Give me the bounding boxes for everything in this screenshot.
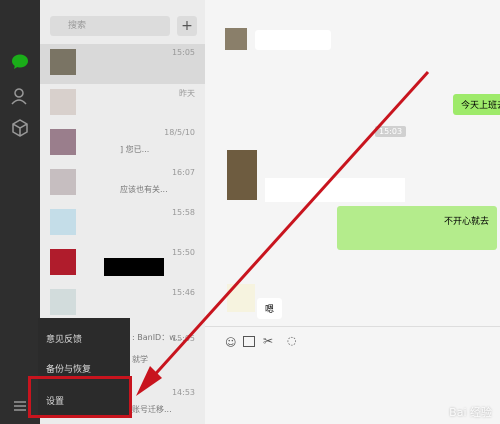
watermark: Bai 经验 (449, 406, 492, 419)
pointer-arrow-icon (136, 70, 430, 396)
